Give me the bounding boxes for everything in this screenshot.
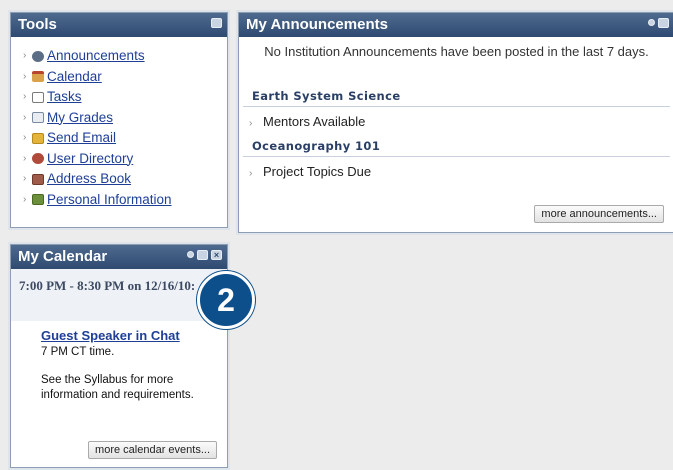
tool-item-tasks[interactable]: › Tasks xyxy=(23,87,227,108)
announcement-item[interactable]: › Mentors Available xyxy=(239,107,673,133)
tool-item-my-grades[interactable]: › My Grades xyxy=(23,108,227,129)
event-time: 7:00 PM - 8:30 PM on 12/16/10: xyxy=(11,269,227,321)
calendar-module: My Calendar × 7:00 PM - 8:30 PM on 12/16… xyxy=(10,244,228,468)
announcements-title: My Announcements xyxy=(246,16,388,33)
tool-item-announcements[interactable]: › Announcements xyxy=(23,46,227,67)
tool-item-address-book[interactable]: › Address Book xyxy=(23,169,227,190)
tool-item-user-directory[interactable]: › User Directory xyxy=(23,149,227,170)
tool-item-calendar[interactable]: › Calendar xyxy=(23,67,227,88)
tool-link-my-grades[interactable]: My Grades xyxy=(47,108,113,129)
tool-link-address-book[interactable]: Address Book xyxy=(47,169,131,190)
chevron-right-icon: › xyxy=(23,132,27,143)
more-calendar-events-button[interactable]: more calendar events... xyxy=(88,441,217,459)
tool-link-tasks[interactable]: Tasks xyxy=(47,87,82,108)
announcement-item[interactable]: › Project Topics Due xyxy=(239,157,673,183)
announcements-header: My Announcements xyxy=(239,13,673,37)
tools-title: Tools xyxy=(18,16,57,33)
event-description-line2: See the Syllabus for more information an… xyxy=(41,374,194,401)
course-heading: Oceanography 101 xyxy=(243,133,670,157)
tasks-icon xyxy=(32,91,44,103)
user-directory-icon xyxy=(32,153,44,165)
calendar-header: My Calendar × xyxy=(11,245,227,269)
announcements-message: No Institution Announcements have been p… xyxy=(264,44,649,59)
announcement-item-label[interactable]: Mentors Available xyxy=(263,114,365,129)
chevron-right-icon: › xyxy=(23,70,27,82)
announcement-item-label[interactable]: Project Topics Due xyxy=(263,164,371,179)
tools-list: › Announcements › Calendar › Tasks › My … xyxy=(11,37,227,210)
calendar-icon xyxy=(32,71,44,83)
tool-link-user-directory[interactable]: User Directory xyxy=(47,149,133,170)
close-icon[interactable]: × xyxy=(211,250,222,260)
calendar-title: My Calendar xyxy=(18,248,108,265)
announcements-module: My Announcements No Institution Announce… xyxy=(238,12,673,233)
chevron-right-icon: › xyxy=(23,50,27,61)
minimize-icon[interactable] xyxy=(658,18,669,28)
grades-icon xyxy=(32,112,44,124)
chevron-right-icon: › xyxy=(249,118,253,129)
tool-link-announcements[interactable]: Announcements xyxy=(47,46,145,67)
chevron-right-icon: › xyxy=(23,111,27,123)
minimize-icon[interactable] xyxy=(211,18,222,28)
personal-information-icon xyxy=(32,194,44,206)
chevron-right-icon: › xyxy=(23,152,27,164)
address-book-icon xyxy=(32,173,44,185)
tool-link-calendar[interactable]: Calendar xyxy=(47,67,102,88)
settings-icon[interactable] xyxy=(187,251,194,258)
settings-icon[interactable] xyxy=(648,19,655,26)
chevron-right-icon: › xyxy=(23,91,27,102)
event-title-link[interactable]: Guest Speaker in Chat xyxy=(11,321,227,343)
announcements-icon xyxy=(32,50,44,62)
tools-header: Tools xyxy=(11,13,227,37)
chevron-right-icon: › xyxy=(23,193,27,205)
chevron-right-icon: › xyxy=(249,168,253,179)
tool-link-personal-information[interactable]: Personal Information xyxy=(47,190,172,211)
tool-link-send-email[interactable]: Send Email xyxy=(47,128,116,149)
course-heading: Earth System Science xyxy=(243,83,670,107)
event-description-line1: 7 PM CT time. xyxy=(41,346,115,358)
tools-module: Tools › Announcements › Calendar › Tasks… xyxy=(10,12,228,228)
chevron-right-icon: › xyxy=(23,173,27,184)
more-announcements-button[interactable]: more announcements... xyxy=(534,205,664,223)
tool-item-personal-information[interactable]: › Personal Information xyxy=(23,190,227,211)
step-number-badge: 2 xyxy=(197,271,255,329)
minimize-icon[interactable] xyxy=(197,250,208,260)
tool-item-send-email[interactable]: › Send Email xyxy=(23,128,227,149)
email-icon xyxy=(32,132,44,144)
